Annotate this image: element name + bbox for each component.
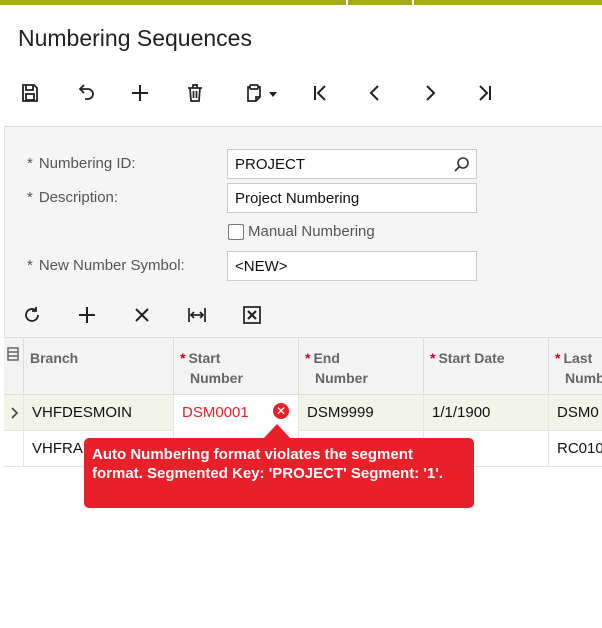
- fit-columns-icon: [188, 308, 206, 322]
- numbering-id-input[interactable]: PROJECT: [227, 149, 477, 179]
- plus-icon: [132, 85, 148, 101]
- trash-icon: [188, 84, 202, 102]
- new-number-symbol-value: <NEW>: [235, 258, 288, 275]
- new-number-symbol-label: * New Number Symbol:: [27, 257, 185, 274]
- column-header-branch-label: Branch: [30, 350, 79, 366]
- new-number-symbol-input[interactable]: <NEW>: [227, 251, 477, 281]
- row-selector[interactable]: [4, 431, 24, 467]
- required-marker: *: [27, 189, 33, 206]
- top-bar-divider: [346, 0, 348, 5]
- required-marker: *: [27, 257, 33, 274]
- refresh-button[interactable]: [17, 300, 47, 330]
- grid-settings-column[interactable]: [4, 338, 24, 395]
- column-header-last-number[interactable]: * Last Numb: [549, 338, 602, 395]
- close-icon: [135, 308, 149, 322]
- grid-add-button[interactable]: [72, 300, 102, 330]
- column-header-start-number[interactable]: * Start Number: [174, 338, 299, 395]
- undo-icon: [78, 84, 94, 100]
- chevron-left-icon: [369, 85, 379, 101]
- refresh-icon: [25, 307, 39, 322]
- plus-icon: [79, 307, 95, 323]
- column-header-end-number[interactable]: * End Number: [299, 338, 424, 395]
- fit-columns-button[interactable]: [182, 300, 212, 330]
- new-number-symbol-label-text: New Number Symbol:: [38, 257, 185, 274]
- column-header-branch[interactable]: Branch: [24, 338, 174, 395]
- column-header-start-number-line1: Start: [188, 350, 221, 366]
- column-header-end-number-line1: End: [313, 350, 340, 366]
- cell-last-number[interactable]: RC010: [549, 431, 602, 467]
- grid-header: Branch * Start Number * End Number * Start Da…: [4, 338, 602, 395]
- clipboard-dropdown-button[interactable]: [237, 78, 283, 108]
- column-header-start-number-line2: Number: [190, 370, 243, 386]
- cell-start-number-value: DSM0001: [182, 404, 249, 421]
- first-record-button[interactable]: [305, 78, 335, 108]
- numbering-id-label-text: Numbering ID:: [38, 155, 136, 172]
- chevron-right-icon: [426, 85, 436, 101]
- save-icon: [22, 84, 38, 102]
- column-header-end-number-line2: Number: [315, 370, 368, 386]
- column-header-start-date[interactable]: * Start Date: [424, 338, 549, 395]
- chevron-right-icon: [10, 407, 18, 419]
- save-button[interactable]: [15, 78, 45, 108]
- page-title: Numbering Sequences: [18, 25, 252, 51]
- cell-last-number[interactable]: DSM0: [549, 395, 602, 431]
- top-accent-bar: [0, 0, 602, 5]
- grid-delete-button[interactable]: [127, 300, 157, 330]
- last-page-icon: [479, 85, 491, 101]
- add-button[interactable]: [125, 78, 155, 108]
- error-tooltip: Auto Numbering format violates the segme…: [84, 438, 474, 508]
- column-header-last-number-line1: Last: [563, 350, 593, 366]
- numbering-id-label: * Numbering ID:: [27, 155, 136, 172]
- undo-button[interactable]: [70, 78, 100, 108]
- grid-toolbar: [0, 300, 602, 330]
- cell-branch[interactable]: VHFDESMOIN: [24, 395, 174, 431]
- main-toolbar: [0, 78, 602, 108]
- description-label: * Description:: [27, 189, 118, 206]
- numbering-id-value: PROJECT: [235, 156, 306, 173]
- previous-record-button[interactable]: [360, 78, 390, 108]
- top-bar-divider: [412, 0, 414, 5]
- clipboard-icon: [246, 84, 261, 102]
- description-value: Project Numbering: [235, 190, 360, 207]
- cell-end-number[interactable]: DSM9999: [299, 395, 424, 431]
- column-header-start-date-label: Start Date: [438, 350, 505, 366]
- required-marker: *: [180, 350, 186, 366]
- column-header-last-number-line2: Numb: [565, 370, 602, 386]
- row-selector[interactable]: [4, 395, 24, 431]
- required-marker: *: [305, 350, 311, 366]
- first-page-icon: [314, 85, 326, 101]
- grid-settings-icon: [7, 347, 19, 361]
- cell-start-date[interactable]: 1/1/1900: [424, 395, 549, 431]
- description-input[interactable]: Project Numbering: [227, 183, 477, 213]
- last-record-button[interactable]: [470, 78, 500, 108]
- description-label-text: Description:: [38, 189, 119, 206]
- excel-export-icon: [243, 306, 261, 324]
- export-excel-button[interactable]: [237, 300, 267, 330]
- caret-down-icon: [268, 92, 277, 97]
- manual-numbering-label: Manual Numbering: [248, 223, 375, 240]
- manual-numbering-checkbox[interactable]: [228, 224, 244, 240]
- required-marker: *: [430, 350, 436, 366]
- table-row[interactable]: VHFDESMOIN DSM0001 DSM9999 1/1/1900 DSM0: [4, 395, 602, 431]
- error-tooltip-arrow: [263, 424, 291, 439]
- delete-button[interactable]: [180, 78, 210, 108]
- search-icon[interactable]: [453, 156, 470, 173]
- required-marker: *: [555, 350, 561, 366]
- required-marker: *: [27, 155, 33, 172]
- error-icon[interactable]: ✕: [273, 403, 289, 419]
- next-record-button[interactable]: [415, 78, 445, 108]
